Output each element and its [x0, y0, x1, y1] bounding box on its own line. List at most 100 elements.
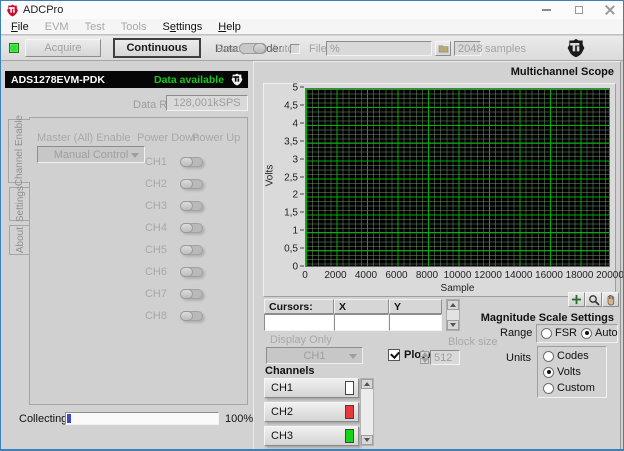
app-ti-icon [7, 4, 18, 16]
dropdown-arrow-icon [349, 354, 357, 359]
adcpro-window: ADCPro File EVM Test Tools Settings Help… [0, 0, 624, 451]
samples-count-input: 2048 [454, 41, 482, 56]
codes-radio[interactable] [543, 350, 554, 362]
channels-scrollbar[interactable] [360, 378, 374, 446]
status-text: Data available [154, 73, 225, 86]
channel-row: CH8 [30, 310, 247, 324]
range-option-fsr[interactable]: FSR [541, 327, 577, 339]
cursors-scrollbar[interactable] [446, 299, 460, 331]
ti-logo-icon [567, 38, 585, 58]
minimize-icon [541, 9, 551, 11]
block-size-label: Block size [448, 336, 498, 348]
evm-plugin-panel: ADS1278EVM-PDK Data available Data Rate … [5, 63, 254, 449]
graph-palette [568, 292, 619, 307]
channel-row: CH7 [30, 288, 247, 302]
cursors-header: Cursors: [264, 299, 334, 314]
ch7-power-toggle [180, 289, 203, 299]
title-bar: ADCPro [1, 1, 623, 19]
cursors-value-row [264, 314, 460, 331]
device-ti-logo-icon [231, 73, 243, 86]
menu-settings[interactable]: Settings [154, 20, 210, 34]
menu-help[interactable]: Help [210, 20, 249, 34]
channel-item-ch3[interactable]: CH3 [264, 426, 359, 446]
ch2-color-swatch[interactable] [345, 405, 354, 419]
decrement-button [420, 358, 429, 364]
channel-enable-page: Master (All) Enable Manual Control Power… [29, 117, 248, 405]
y-axis-label: Volts [264, 164, 276, 187]
arrow-down-icon [364, 438, 370, 442]
window-title: ADCPro [23, 4, 64, 16]
volts-radio[interactable] [543, 366, 554, 378]
channel-row: CH4 [30, 222, 247, 236]
toggle-knob [180, 245, 193, 255]
x-axis-ticks: 0 2000 4000 6000 8000 10000 12000 14000 … [302, 270, 624, 281]
arrow-up-icon [450, 303, 456, 307]
ch1-color-swatch[interactable] [345, 381, 354, 395]
device-header: ADS1278EVM-PDK Data available [5, 71, 248, 88]
ch3-color-swatch[interactable] [345, 429, 354, 443]
arrow-up-icon [421, 352, 428, 356]
maximize-button[interactable] [564, 1, 594, 19]
file-path-input: % [326, 41, 432, 56]
pan-tool-button[interactable] [602, 292, 619, 307]
hand-icon [607, 294, 614, 305]
crosshair-icon [571, 294, 582, 305]
continuous-button[interactable]: Continuous [113, 38, 201, 58]
ch2-power-toggle [180, 179, 203, 189]
increment-button [420, 351, 429, 357]
zoom-tool-button[interactable] [585, 292, 602, 307]
scroll-up-button[interactable] [361, 379, 373, 389]
tab-channel-enable[interactable]: Channel Enable [8, 115, 30, 187]
channel-row: CH3 [30, 200, 247, 214]
toggle-knob [180, 179, 193, 189]
close-button[interactable] [595, 1, 623, 19]
units-option-custom[interactable]: Custom [543, 382, 595, 394]
units-option-volts[interactable]: Volts [543, 366, 581, 378]
cursor-name-cell[interactable] [264, 314, 334, 331]
scope-plot-area[interactable] [305, 88, 610, 267]
cursors-header-row: Cursors: X Y [264, 299, 460, 314]
units-label: Units [506, 352, 532, 364]
acquire-button: Acquire [25, 39, 101, 57]
menu-file[interactable]: File [3, 20, 37, 34]
cursor-y-cell[interactable] [389, 314, 442, 331]
minimize-button[interactable] [531, 1, 561, 19]
custom-radio[interactable] [543, 382, 554, 394]
device-name: ADS1278EVM-PDK [11, 73, 105, 86]
close-icon [605, 5, 615, 15]
menu-evm: EVM [44, 20, 69, 33]
menu-tools: Tools [120, 20, 147, 33]
menu-bar: File EVM Test Tools Settings Help [1, 19, 623, 35]
channel-item-ch2[interactable]: CH2 [264, 402, 359, 422]
channel-row: CH5 [30, 244, 247, 258]
cursors-legend: Cursors: X Y [264, 299, 460, 331]
cursor-tool-button[interactable] [568, 292, 585, 307]
x-axis-label: Sample [440, 283, 475, 294]
tab-settings[interactable]: Settings [9, 186, 30, 222]
plot-all-checkbox[interactable] [388, 349, 400, 361]
units-option-codes[interactable]: Codes [543, 350, 589, 362]
arrow-down-icon [421, 359, 428, 363]
scope-panel: Multichannel Scope Volts 5 4,5 4 3,5 3 2… [253, 61, 624, 449]
file-label: File [309, 43, 327, 55]
collect-progress-bar [65, 412, 219, 425]
scroll-up-button[interactable] [447, 300, 459, 310]
display-only-label: Display Only [270, 334, 332, 346]
progress-percent: 100% [225, 413, 254, 425]
auto-checkbox [290, 44, 300, 54]
scroll-down-button[interactable] [361, 435, 373, 445]
cursor-x-cell[interactable] [334, 314, 389, 331]
fsr-radio[interactable] [541, 327, 552, 339]
ch8-power-toggle [180, 311, 203, 321]
recorder-ready-toggle [239, 43, 267, 54]
scroll-down-button[interactable] [447, 320, 459, 330]
arrow-up-icon [364, 382, 370, 386]
browse-folder-button [435, 41, 451, 56]
range-option-auto[interactable]: Auto [581, 327, 618, 339]
cursor-y-header: Y [389, 299, 442, 314]
tab-about[interactable]: About [9, 225, 30, 255]
auto-radio[interactable] [581, 327, 592, 339]
collecting-label: Collecting [19, 413, 68, 425]
channel-item-ch1[interactable]: CH1 [264, 378, 359, 398]
progress-fill [67, 414, 71, 423]
